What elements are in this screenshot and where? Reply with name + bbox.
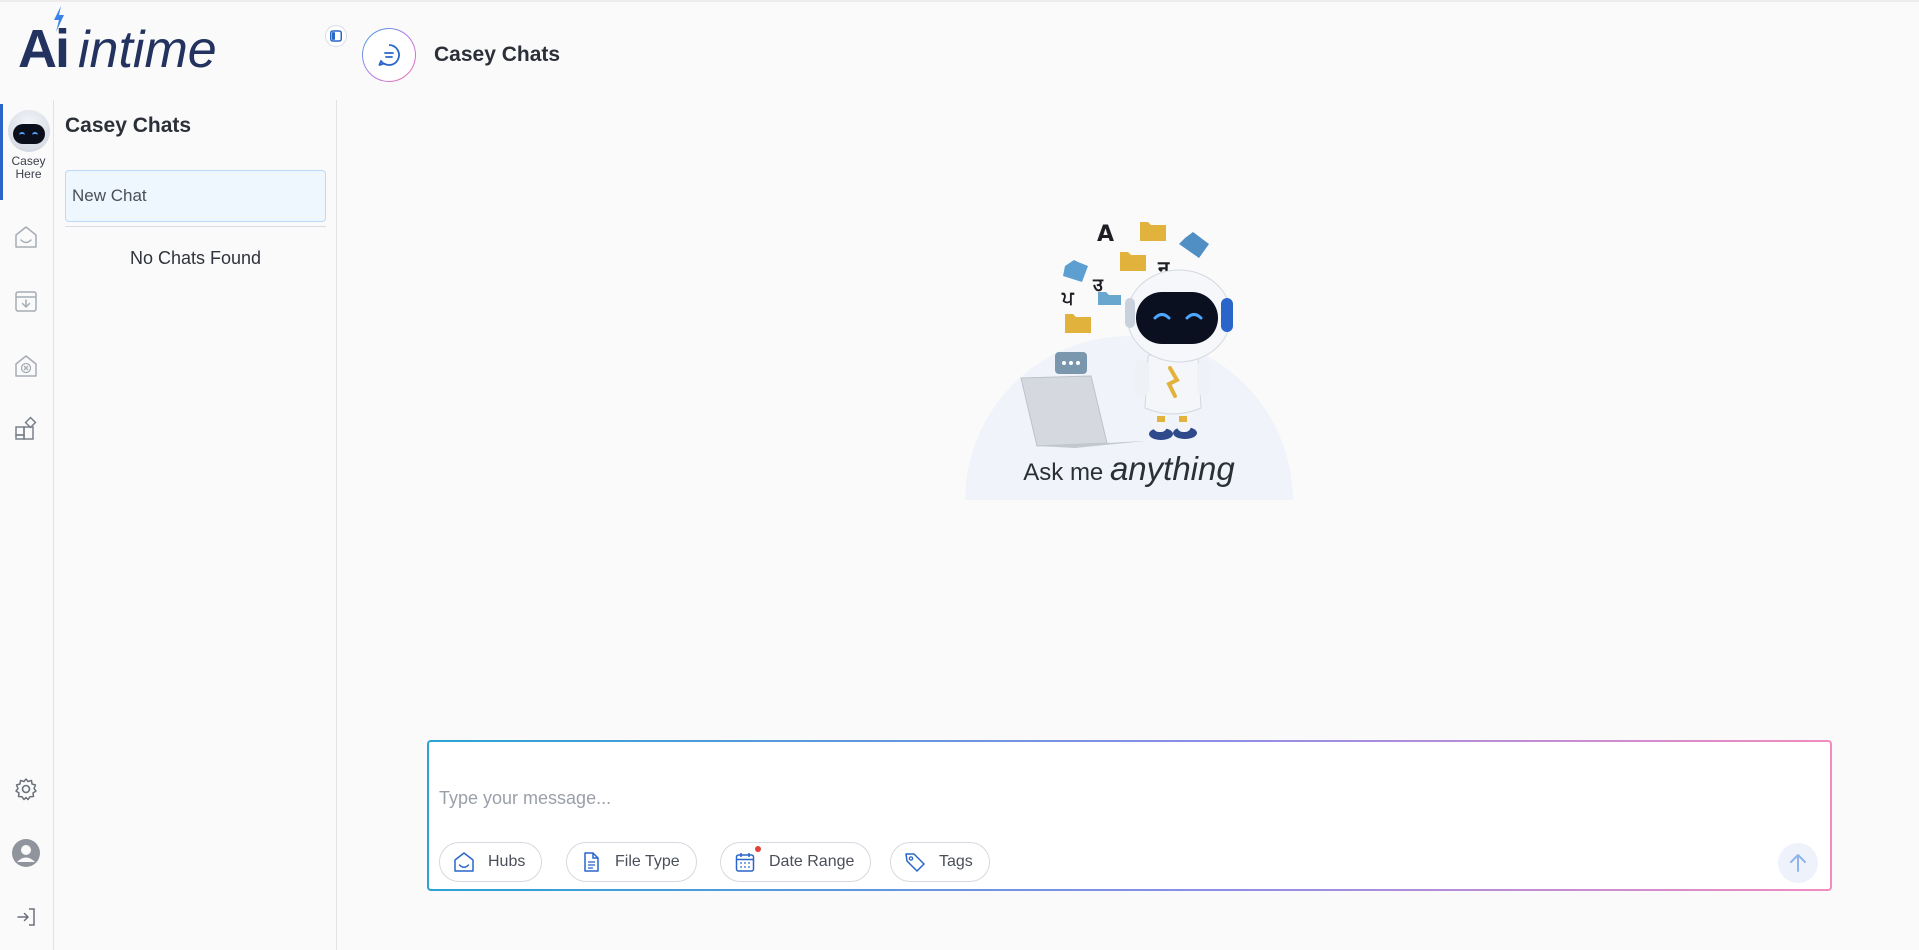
robot-with-laptop-icon xyxy=(1020,222,1233,448)
chat-bubble-icon xyxy=(378,44,400,66)
rail-item-casey[interactable]: Casey Here xyxy=(0,104,54,200)
ask-me-anything-illustration: A न उ ਪ Ask me anything xyxy=(965,188,1293,500)
filter-chip-date-range[interactable]: Date Range xyxy=(720,842,872,882)
new-chat-button[interactable]: New Chat xyxy=(65,170,326,222)
page-title: Casey Chats xyxy=(434,43,561,66)
hero-tagline: Ask me anything xyxy=(965,450,1293,488)
arrow-up-icon xyxy=(1790,854,1806,872)
filter-chip-hubs[interactable]: Hubs xyxy=(439,842,543,882)
tag-icon xyxy=(905,853,925,872)
rail-item-apps[interactable] xyxy=(11,414,41,444)
archive-icon xyxy=(15,291,37,312)
document-icon xyxy=(584,852,599,872)
logo-intime-text: intime xyxy=(78,21,217,79)
collapse-sidebar-button[interactable] xyxy=(325,25,347,47)
rail-item-hubs[interactable] xyxy=(11,222,41,252)
filter-chip-date-range-label: Date Range xyxy=(769,853,855,870)
chats-panel: Casey Chats New Chat No Chats Found xyxy=(54,100,337,950)
send-button[interactable] xyxy=(1778,843,1818,883)
filter-chip-file-type-label: File Type xyxy=(615,853,680,870)
panel-title: Casey Chats xyxy=(65,114,192,137)
logo-bolt-icon xyxy=(54,6,64,32)
rail-item-casey-label: Casey Here xyxy=(11,154,46,181)
rail-item-settings[interactable] xyxy=(11,774,41,804)
message-composer: Hubs File Type Date Rang xyxy=(427,740,1832,891)
rail-item-closed-hubs[interactable] xyxy=(11,351,41,381)
filter-chip-tags-label: Tags xyxy=(939,853,973,870)
hero-tagline-emphasis: anything xyxy=(1109,450,1235,487)
calendar-icon xyxy=(735,853,755,872)
filter-chip-hubs-label: Hubs xyxy=(488,853,526,870)
settings-icon xyxy=(15,778,37,801)
sidebar-toggle-icon xyxy=(330,30,342,42)
message-input[interactable] xyxy=(439,784,1439,812)
rail-item-archive[interactable] xyxy=(11,286,41,316)
logout-icon xyxy=(17,908,35,926)
filter-chip-tags[interactable]: Tags xyxy=(890,842,990,882)
robot-face-icon xyxy=(12,124,45,144)
profile-icon xyxy=(12,839,40,867)
rail-item-logout[interactable] xyxy=(11,902,41,932)
empty-chats-message: No Chats Found xyxy=(129,248,262,268)
filter-chip-file-type[interactable]: File Type xyxy=(566,842,697,882)
cancel-hub-icon xyxy=(15,355,37,377)
hero-tagline-lead: Ask me xyxy=(1023,459,1104,486)
hub-icon xyxy=(454,852,474,872)
panel-divider xyxy=(65,226,326,227)
header-chat-avatar xyxy=(362,28,416,82)
hub-icon xyxy=(15,226,37,248)
ai-intime-logo: Ai intime xyxy=(18,6,218,79)
top-hairline xyxy=(0,0,1919,2)
notification-dot xyxy=(755,846,761,852)
rail-item-profile[interactable] xyxy=(11,838,41,868)
icon-rail: Casey Here xyxy=(0,100,54,950)
casey-avatar xyxy=(7,110,50,152)
apps-icon xyxy=(15,416,37,440)
